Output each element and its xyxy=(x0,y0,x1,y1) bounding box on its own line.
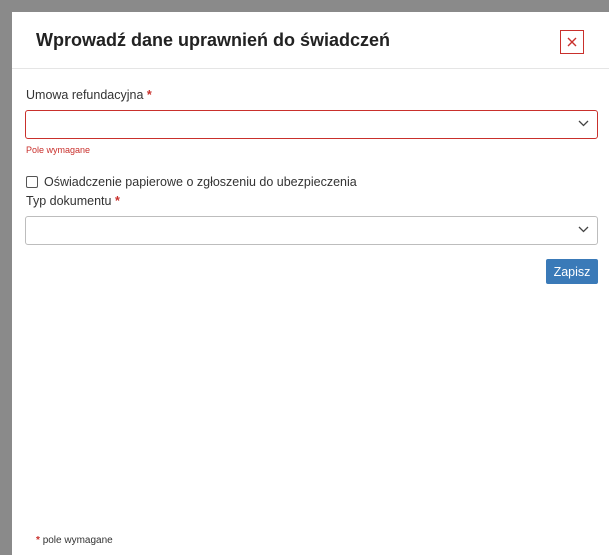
paper-declaration-row[interactable]: Oświadczenie papierowe o zgłoszeniu do u… xyxy=(26,175,357,189)
dialog-title: Wprowadź dane uprawnień do świadczeń xyxy=(36,30,391,50)
required-mark: * xyxy=(114,194,120,208)
footnote-required-mark: * xyxy=(36,535,40,546)
footnote-text: pole wymagane xyxy=(42,535,113,546)
agreement-error: Pole wymagane xyxy=(26,145,91,155)
close-button[interactable] xyxy=(560,30,584,54)
document-type-label: Typ dokumentu * xyxy=(26,194,120,208)
save-button[interactable]: Zapisz xyxy=(546,259,598,284)
dialog: Wprowadź dane uprawnień do świadczeń Umo… xyxy=(12,12,609,555)
chevron-down-icon xyxy=(578,120,589,127)
required-mark: * xyxy=(146,88,152,102)
document-type-select[interactable] xyxy=(25,216,598,245)
dialog-header: Wprowadź dane uprawnień do świadczeń xyxy=(12,12,609,69)
agreement-label-text: Umowa refundacyjna xyxy=(26,88,144,102)
paper-declaration-label: Oświadczenie papierowe o zgłoszeniu do u… xyxy=(44,175,357,189)
required-footnote: * pole wymagane xyxy=(36,535,113,546)
agreement-label: Umowa refundacyjna * xyxy=(26,88,152,102)
agreement-select[interactable] xyxy=(25,110,598,139)
chevron-down-icon xyxy=(578,226,589,233)
close-icon xyxy=(567,37,577,47)
paper-declaration-checkbox[interactable] xyxy=(26,176,38,188)
document-type-label-text: Typ dokumentu xyxy=(26,194,112,208)
